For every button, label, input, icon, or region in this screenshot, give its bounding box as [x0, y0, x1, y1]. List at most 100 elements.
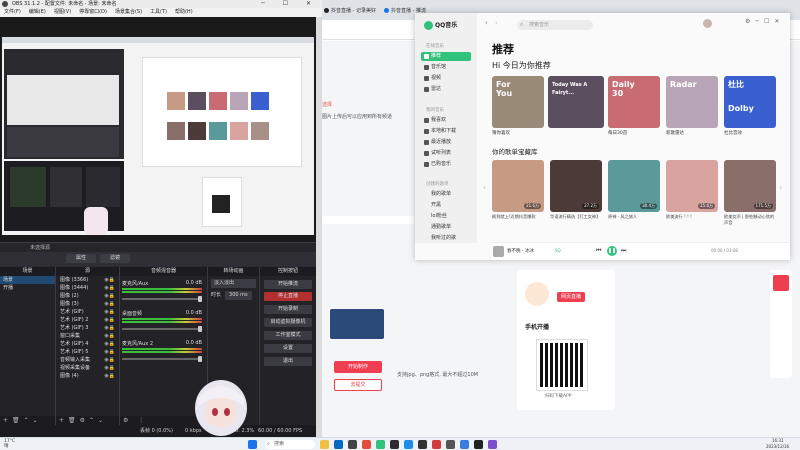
source-item[interactable]: 图像 (3366) ◉🔒	[56, 276, 119, 284]
volume-knob[interactable]	[198, 296, 202, 302]
properties-button[interactable]: 属性	[66, 254, 96, 263]
menu-edit[interactable]: 编辑(E)	[29, 8, 46, 17]
app-icon[interactable]	[404, 440, 413, 449]
carousel-next-icon[interactable]: ›	[779, 183, 782, 192]
prev-track-icon[interactable]: ⏮	[596, 247, 601, 255]
rec-card-dolby[interactable]: 杜比 Dolby	[724, 76, 776, 128]
duration-input[interactable]: 300 ms	[225, 291, 252, 300]
taskbar-search[interactable]: ⌕ 搜索	[265, 440, 315, 449]
virtual-camera-button[interactable]: 启动虚拟摄像机	[264, 318, 312, 327]
volume-knob[interactable]	[198, 356, 202, 362]
source-item[interactable]: 艺术 (GIF) 2 ◉🔒	[56, 316, 119, 324]
edge-icon[interactable]	[334, 440, 343, 449]
rec-card-for-you[interactable]: For You	[492, 76, 544, 128]
scenes-dock-buttons[interactable]: +🗑⌃⌄	[0, 416, 55, 425]
menu-file[interactable]: 文件(F)	[4, 8, 21, 17]
sidebar-item-purchased[interactable]: 已购音乐	[421, 160, 471, 169]
submit-button[interactable]: 去提交	[334, 379, 382, 391]
web-live-button[interactable]: 网页直播	[557, 292, 585, 302]
start-icon[interactable]	[248, 440, 257, 449]
source-item[interactable]: 图像 (4) ◉🔒	[56, 372, 119, 380]
app-icon[interactable]	[460, 440, 469, 449]
app-icon[interactable]	[348, 440, 357, 449]
app-icon[interactable]	[432, 440, 441, 449]
menu-tools[interactable]: 工具(T)	[150, 8, 167, 17]
sidebar-item-local[interactable]: 本地和下载	[421, 127, 471, 136]
studio-mode-button[interactable]: 工作室模式	[264, 331, 312, 340]
source-item[interactable]: 图像 (3444) ◉🔒	[56, 284, 119, 292]
source-item[interactable]: 音频输入采集 ◉🔒	[56, 356, 119, 364]
playlist-card[interactable]: 171.5万	[724, 160, 776, 212]
qq-music-taskbar-icon[interactable]	[376, 440, 385, 449]
chrome-icon[interactable]	[362, 440, 371, 449]
playlist-card[interactable]: 30.4万	[608, 160, 660, 212]
next-track-icon[interactable]: ⏭	[621, 247, 626, 255]
menu-help[interactable]: 帮助(H)	[175, 8, 193, 17]
source-item[interactable]: 艺术 (GIF) ◉🔒	[56, 308, 119, 316]
forward-icon[interactable]: ›	[495, 19, 498, 27]
playlist-card[interactable]: 25.6万	[666, 160, 718, 212]
back-icon[interactable]: ‹	[485, 19, 488, 27]
obs-preview[interactable]	[0, 17, 316, 242]
filters-button[interactable]: 滤镜	[100, 254, 130, 263]
qq-search-input[interactable]: ⌕ 搜索音乐	[517, 20, 593, 30]
sidebar-item-radar[interactable]: 雷达	[421, 85, 471, 94]
source-item[interactable]: 艺术 (GIF) 4 ◉🔒	[56, 340, 119, 348]
window-controls[interactable]: ⚙─☐✕	[745, 18, 784, 25]
rec-card-song[interactable]: Today Was A Fairyt...	[548, 76, 604, 128]
rec-card-radar[interactable]: Radar	[666, 76, 718, 128]
carousel-prev-icon[interactable]: ‹	[483, 183, 486, 192]
menu-docks[interactable]: 停靠窗口(D)	[79, 8, 107, 17]
sidebar-item-music-hall[interactable]: 音乐馆	[421, 63, 471, 72]
volume-slider[interactable]	[122, 358, 202, 360]
transition-select[interactable]: 淡入淡出	[211, 279, 256, 288]
app-icon[interactable]	[488, 440, 497, 449]
start-recording-button[interactable]: 开始录制	[264, 305, 312, 314]
sidebar-item-liked[interactable]: 我喜欢	[421, 116, 471, 125]
browser-tab[interactable]: 抖音直播 - 记录美好生活	[322, 4, 377, 28]
play-pause-icon[interactable]: ❚❚	[607, 246, 617, 256]
sources-dock-buttons[interactable]: +🗑⚙⌃⌄	[56, 416, 119, 425]
clock-date[interactable]: 2023/12/16	[766, 444, 789, 449]
sidebar-item-video[interactable]: 视频	[421, 74, 471, 83]
settings-button[interactable]: 设置	[264, 344, 312, 353]
clock-time[interactable]: 16:31	[772, 438, 784, 443]
rail-badge[interactable]	[773, 275, 789, 291]
avatar[interactable]	[703, 19, 712, 28]
rec-card-daily30[interactable]: Daily 30	[608, 76, 660, 128]
volume-slider[interactable]	[122, 298, 202, 300]
sidebar-item-recommend[interactable]: 推荐	[421, 52, 471, 61]
playlist-card[interactable]: 21.6万	[492, 160, 544, 212]
sidebar-playlist[interactable]: lol粉丝	[421, 212, 471, 221]
start-make-button[interactable]: 开始制作	[334, 361, 382, 373]
scene-item[interactable]: 场景	[0, 276, 55, 284]
menu-view[interactable]: 视图(V)	[54, 8, 71, 17]
stop-live-button[interactable]: 停止直播	[264, 292, 312, 301]
album-art[interactable]	[493, 246, 504, 257]
sidebar-playlist[interactable]: 我的歌单	[421, 190, 471, 199]
source-item[interactable]: 视频采集设备 ◉🔒	[56, 364, 119, 372]
source-item[interactable]: 艺术 (GIF) 5 ◉🔒	[56, 348, 119, 356]
source-item[interactable]: 图像 (3) ◉🔒	[56, 300, 119, 308]
obs-taskbar-icon[interactable]	[390, 440, 399, 449]
exit-button[interactable]: 退出	[264, 357, 312, 366]
sidebar-playlist[interactable]: 通勤歌单	[421, 223, 471, 232]
menu-scene-collection[interactable]: 场景集合(S)	[115, 8, 142, 17]
playlist-card[interactable]: 27.2万	[550, 160, 602, 212]
app-icon[interactable]	[446, 440, 455, 449]
app-icon[interactable]	[418, 440, 427, 449]
explorer-icon[interactable]	[320, 440, 329, 449]
source-item[interactable]: 图像 (2) ◉🔒	[56, 292, 119, 300]
source-item[interactable]: 艺术 (GIF) 3 ◉🔒	[56, 324, 119, 332]
sidebar-playlist[interactable]: 我听过的歌	[421, 234, 471, 243]
sidebar-item-recent[interactable]: 最近播放	[421, 138, 471, 147]
weather-widget[interactable]: 17°C 晴	[4, 439, 15, 449]
scene-item[interactable]: 开播	[0, 284, 55, 292]
volume-slider[interactable]	[122, 328, 202, 330]
start-streaming-button[interactable]: 开始推流	[264, 280, 312, 289]
sidebar-item-playlist[interactable]: 试听列表	[421, 149, 471, 158]
tiktok-taskbar-icon[interactable]	[474, 440, 483, 449]
sidebar-playlist[interactable]: 开黑	[421, 201, 471, 210]
volume-knob[interactable]	[198, 326, 202, 332]
window-controls[interactable]: ─ ☐ ✕	[261, 0, 319, 8]
